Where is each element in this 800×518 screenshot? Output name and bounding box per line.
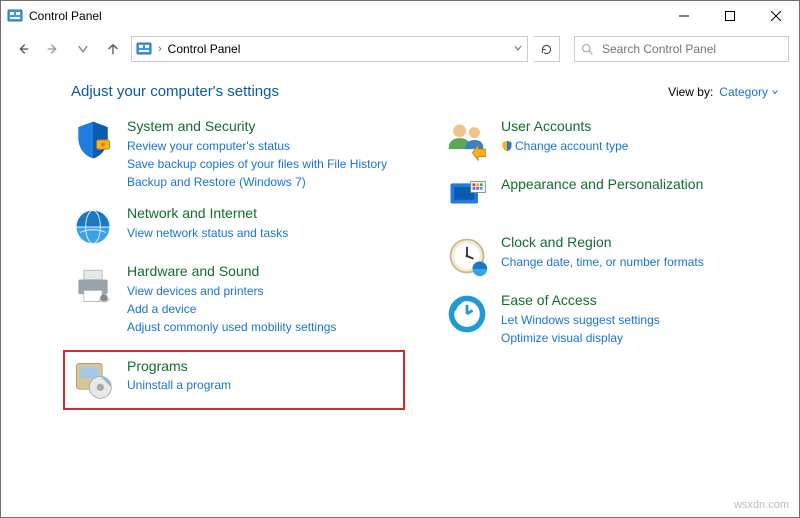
control-panel-window: Control Panel › Control Panel Adjust you… <box>0 0 800 518</box>
search-box[interactable] <box>574 36 789 62</box>
category-system: System and Security Review your computer… <box>71 118 405 191</box>
forward-button[interactable] <box>41 37 65 61</box>
control-panel-icon <box>136 41 152 57</box>
category-link[interactable]: Change date, time, or number formats <box>501 253 704 271</box>
category-link[interactable]: View network status and tasks <box>127 224 288 242</box>
maximize-button[interactable] <box>707 1 753 31</box>
search-input[interactable] <box>600 41 782 57</box>
search-icon <box>581 43 594 56</box>
category-link[interactable]: Save backup copies of your files with Fi… <box>127 155 387 173</box>
category-column-right: User Accounts Change account type Appear… <box>445 118 779 410</box>
chevron-down-icon <box>771 88 779 96</box>
category-users: User Accounts Change account type <box>445 118 779 162</box>
refresh-button[interactable] <box>534 36 560 62</box>
close-button[interactable] <box>753 1 799 31</box>
category-link[interactable]: Adjust commonly used mobility settings <box>127 318 336 336</box>
category-column-left: System and Security Review your computer… <box>71 118 405 410</box>
page-title: Adjust your computer's settings <box>71 83 668 100</box>
category-title[interactable]: Hardware and Sound <box>127 263 336 280</box>
window-title: Control Panel <box>29 9 102 23</box>
category-title[interactable]: Appearance and Personalization <box>501 176 703 193</box>
recent-dropdown[interactable] <box>71 37 95 61</box>
up-button[interactable] <box>101 37 125 61</box>
breadcrumb-item[interactable]: Control Panel <box>168 42 241 56</box>
category-title[interactable]: Ease of Access <box>501 292 660 309</box>
titlebar: Control Panel <box>1 1 799 31</box>
category-title[interactable]: User Accounts <box>501 118 628 135</box>
globe-icon <box>71 205 115 249</box>
chevron-down-icon[interactable] <box>513 42 523 56</box>
category-title[interactable]: System and Security <box>127 118 387 135</box>
shield-icon <box>71 118 115 162</box>
toolbar: › Control Panel <box>1 31 799 67</box>
category-link[interactable]: Change account type <box>501 137 628 155</box>
category-programs: Programs Uninstall a program <box>63 350 405 410</box>
programs-icon <box>71 358 115 402</box>
category-link[interactable]: Review your computer's status <box>127 137 387 155</box>
category-link[interactable]: View devices and printers <box>127 282 336 300</box>
view-by-label: View by: <box>668 85 713 99</box>
user-accounts-icon <box>445 118 489 162</box>
category-link[interactable]: Uninstall a program <box>127 376 231 394</box>
category-title[interactable]: Clock and Region <box>501 234 704 251</box>
back-button[interactable] <box>11 37 35 61</box>
category-hardware: Hardware and Sound View devices and prin… <box>71 263 405 336</box>
category-link[interactable]: Optimize visual display <box>501 329 660 347</box>
control-panel-icon <box>7 8 23 24</box>
category-link[interactable]: Add a device <box>127 300 336 318</box>
chevron-right-icon: › <box>158 43 162 55</box>
content-area: Adjust your computer's settings View by:… <box>1 67 799 517</box>
watermark: wsxdn.com <box>734 499 789 511</box>
printer-icon <box>71 263 115 307</box>
shield-small-icon <box>501 140 513 152</box>
address-bar[interactable]: › Control Panel <box>131 36 528 62</box>
category-link[interactable]: Let Windows suggest settings <box>501 311 660 329</box>
ease-of-access-icon <box>445 292 489 336</box>
minimize-button[interactable] <box>661 1 707 31</box>
category-network: Network and Internet View network status… <box>71 205 405 249</box>
category-clock: Clock and Region Change date, time, or n… <box>445 234 779 278</box>
clock-icon <box>445 234 489 278</box>
category-title[interactable]: Network and Internet <box>127 205 288 222</box>
category-link[interactable]: Backup and Restore (Windows 7) <box>127 173 387 191</box>
category-title[interactable]: Programs <box>127 358 231 375</box>
personalization-icon <box>445 176 489 220</box>
category-ease: Ease of Access Let Windows suggest setti… <box>445 292 779 347</box>
view-by-dropdown[interactable]: Category <box>719 85 779 99</box>
category-appearance: Appearance and Personalization <box>445 176 779 220</box>
